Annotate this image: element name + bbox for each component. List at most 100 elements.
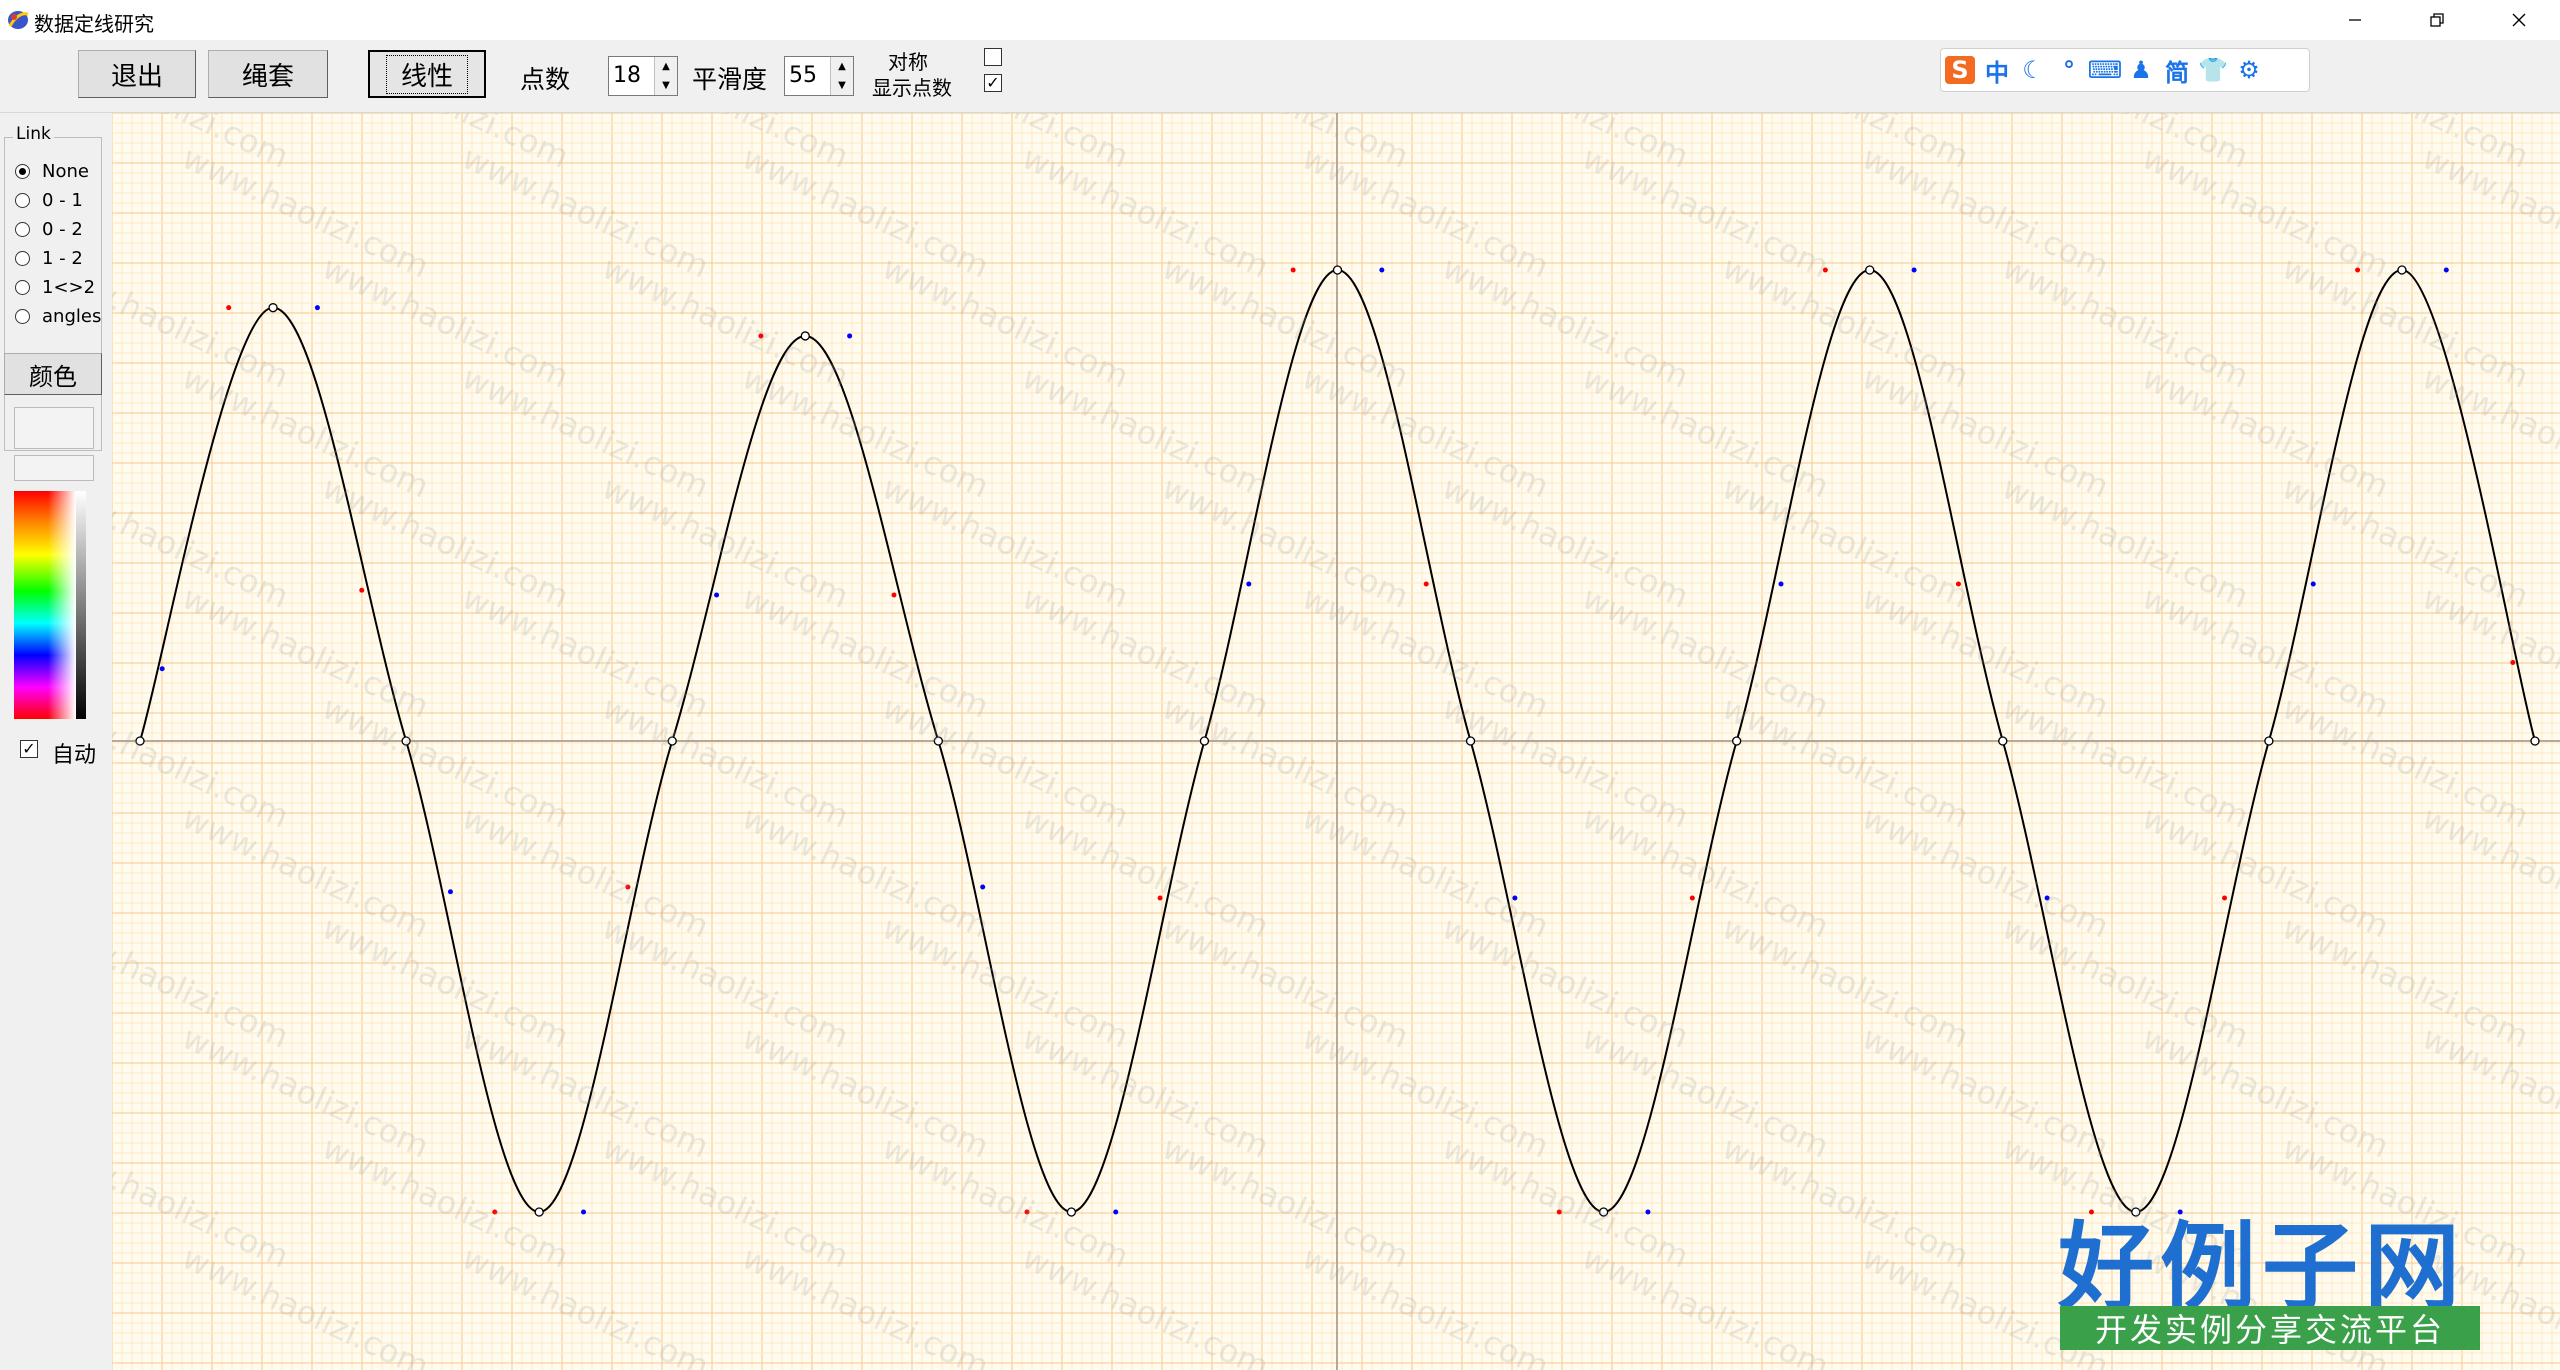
points-down-icon[interactable]: ▼ xyxy=(655,76,677,95)
brand-logo: 好例子网 开发实例分享交流平台 xyxy=(2058,1190,2488,1360)
ime-item[interactable]: 中 xyxy=(1979,53,2015,88)
points-value: 18 xyxy=(613,63,641,88)
color-spectrum[interactable] xyxy=(14,491,76,719)
title-bar: 数据定线研究 xyxy=(0,0,2560,40)
link-option-label: 1 - 2 xyxy=(42,247,83,269)
anchor-point xyxy=(268,303,278,313)
plot-svg[interactable] xyxy=(112,113,2560,1370)
control-handle xyxy=(2443,267,2449,273)
ime-item[interactable]: ☾ xyxy=(2015,56,2051,84)
anchor-point xyxy=(1332,265,1343,275)
ime-item[interactable]: S xyxy=(1945,56,1975,84)
anchor-point xyxy=(2264,736,2274,746)
ime-toolbar[interactable]: S 中 ☾ ° ⌨ ♟ 简 👕 ⚙ xyxy=(1940,48,2310,92)
radio-button[interactable] xyxy=(15,250,30,266)
ime-item[interactable]: ° xyxy=(2051,56,2087,84)
control-handle xyxy=(447,889,453,895)
symmetric-label: 对称 xyxy=(888,50,928,74)
control-handle xyxy=(226,305,232,311)
points-up-icon[interactable]: ▲ xyxy=(655,57,677,76)
control-handle xyxy=(2510,660,2516,665)
ime-item[interactable]: 👕 xyxy=(2195,56,2231,84)
app-icon xyxy=(8,11,29,29)
link-option-label: 0 - 2 xyxy=(42,218,83,240)
link-option-label: 1<>2 xyxy=(42,276,96,298)
show-points-label: 显示点数 xyxy=(872,76,952,100)
control-handle xyxy=(2222,895,2228,901)
control-handle xyxy=(2310,581,2316,587)
smooth-down-icon[interactable]: ▼ xyxy=(831,76,853,95)
link-option[interactable]: 1 - 2 xyxy=(15,245,83,271)
brightness-strip[interactable] xyxy=(76,491,86,719)
auto-checkbox[interactable]: ✓ xyxy=(20,740,38,758)
points-label: 点数 xyxy=(520,65,571,94)
plot-canvas[interactable]: www.haolizi.com www.haolizi.com www.haoliz… xyxy=(112,113,2560,1370)
anchor-point xyxy=(1865,265,1875,275)
show-points-checkbox[interactable]: ✓ xyxy=(984,74,1002,92)
smooth-label: 平滑度 xyxy=(692,65,768,94)
minimize-icon xyxy=(2349,19,2361,21)
control-handle xyxy=(1290,267,1296,273)
minimize-button[interactable] xyxy=(2314,0,2396,40)
link-option-label: angles xyxy=(42,305,102,327)
radio-button[interactable] xyxy=(15,221,30,237)
control-handle xyxy=(159,666,165,672)
radio-button[interactable] xyxy=(15,163,30,179)
radio-button[interactable] xyxy=(15,192,30,208)
control-handle xyxy=(1246,581,1252,587)
radio-button[interactable] xyxy=(15,279,30,295)
link-group-title: Link xyxy=(13,124,54,144)
close-icon xyxy=(2512,13,2526,27)
brand-subtitle: 开发实例分享交流平台 xyxy=(2060,1306,2480,1350)
restore-button[interactable] xyxy=(2396,0,2478,40)
radio-button[interactable] xyxy=(15,308,30,324)
linear-button-label: 线性 xyxy=(385,54,468,94)
link-option-label: None xyxy=(42,160,89,182)
anchor-point xyxy=(2397,265,2407,275)
link-option[interactable]: 1<>2 xyxy=(15,274,95,300)
anchor-point xyxy=(2530,736,2540,746)
control-handle xyxy=(581,1209,587,1215)
control-handle xyxy=(891,592,897,598)
smooth-stepper[interactable]: 55 ▲ ▼ xyxy=(784,56,854,96)
anchor-point xyxy=(534,1207,544,1217)
control-handle xyxy=(1113,1209,1119,1215)
auto-label: 自动 xyxy=(52,743,97,768)
color-swatch-primary[interactable] xyxy=(14,407,94,449)
anchor-point xyxy=(1732,736,1742,746)
link-option[interactable]: 0 - 1 xyxy=(15,187,83,213)
link-option[interactable]: None xyxy=(15,158,89,184)
exit-button[interactable]: 退出 xyxy=(78,50,196,98)
ime-item[interactable]: ⚙ xyxy=(2231,56,2267,84)
smooth-up-icon[interactable]: ▲ xyxy=(831,57,853,76)
control-handle xyxy=(1423,581,1429,587)
ime-item[interactable]: ♟ xyxy=(2123,56,2159,84)
link-option[interactable]: 0 - 2 xyxy=(15,216,83,242)
close-button[interactable] xyxy=(2478,0,2560,40)
control-handle xyxy=(359,587,365,593)
smooth-value: 55 xyxy=(789,63,817,88)
ime-item[interactable]: ⌨ xyxy=(2087,56,2123,84)
control-handle xyxy=(847,333,853,339)
control-handle xyxy=(1645,1209,1651,1215)
restore-icon xyxy=(2430,13,2444,27)
color-button[interactable]: 颜色 xyxy=(4,353,102,395)
sidebar: Link None 0 - 10 - 21 - 2 1<>2 angles 颜色 ✓ … xyxy=(0,113,113,1370)
control-handle xyxy=(1689,895,1695,901)
link-option[interactable]: angles xyxy=(15,303,101,329)
window-title: 数据定线研究 xyxy=(34,12,154,36)
control-handle xyxy=(1778,581,1784,587)
linear-button[interactable]: 线性 xyxy=(368,50,486,98)
link-group: Link None 0 - 1 0 - 2 1 - 2 1<>2 angles xyxy=(4,124,102,451)
control-handle xyxy=(314,305,320,311)
rope-button[interactable]: 绳套 xyxy=(208,50,328,98)
ime-item[interactable]: 简 xyxy=(2159,53,2195,88)
link-option-label: 0 - 1 xyxy=(42,189,83,211)
points-stepper[interactable]: 18 ▲ ▼ xyxy=(608,56,678,96)
symmetric-checkbox[interactable] xyxy=(984,48,1002,66)
control-handle xyxy=(980,884,986,890)
control-handle xyxy=(714,592,720,598)
anchor-point xyxy=(1998,736,2008,746)
color-swatch-secondary[interactable] xyxy=(14,455,94,481)
control-handle xyxy=(1379,267,1385,273)
